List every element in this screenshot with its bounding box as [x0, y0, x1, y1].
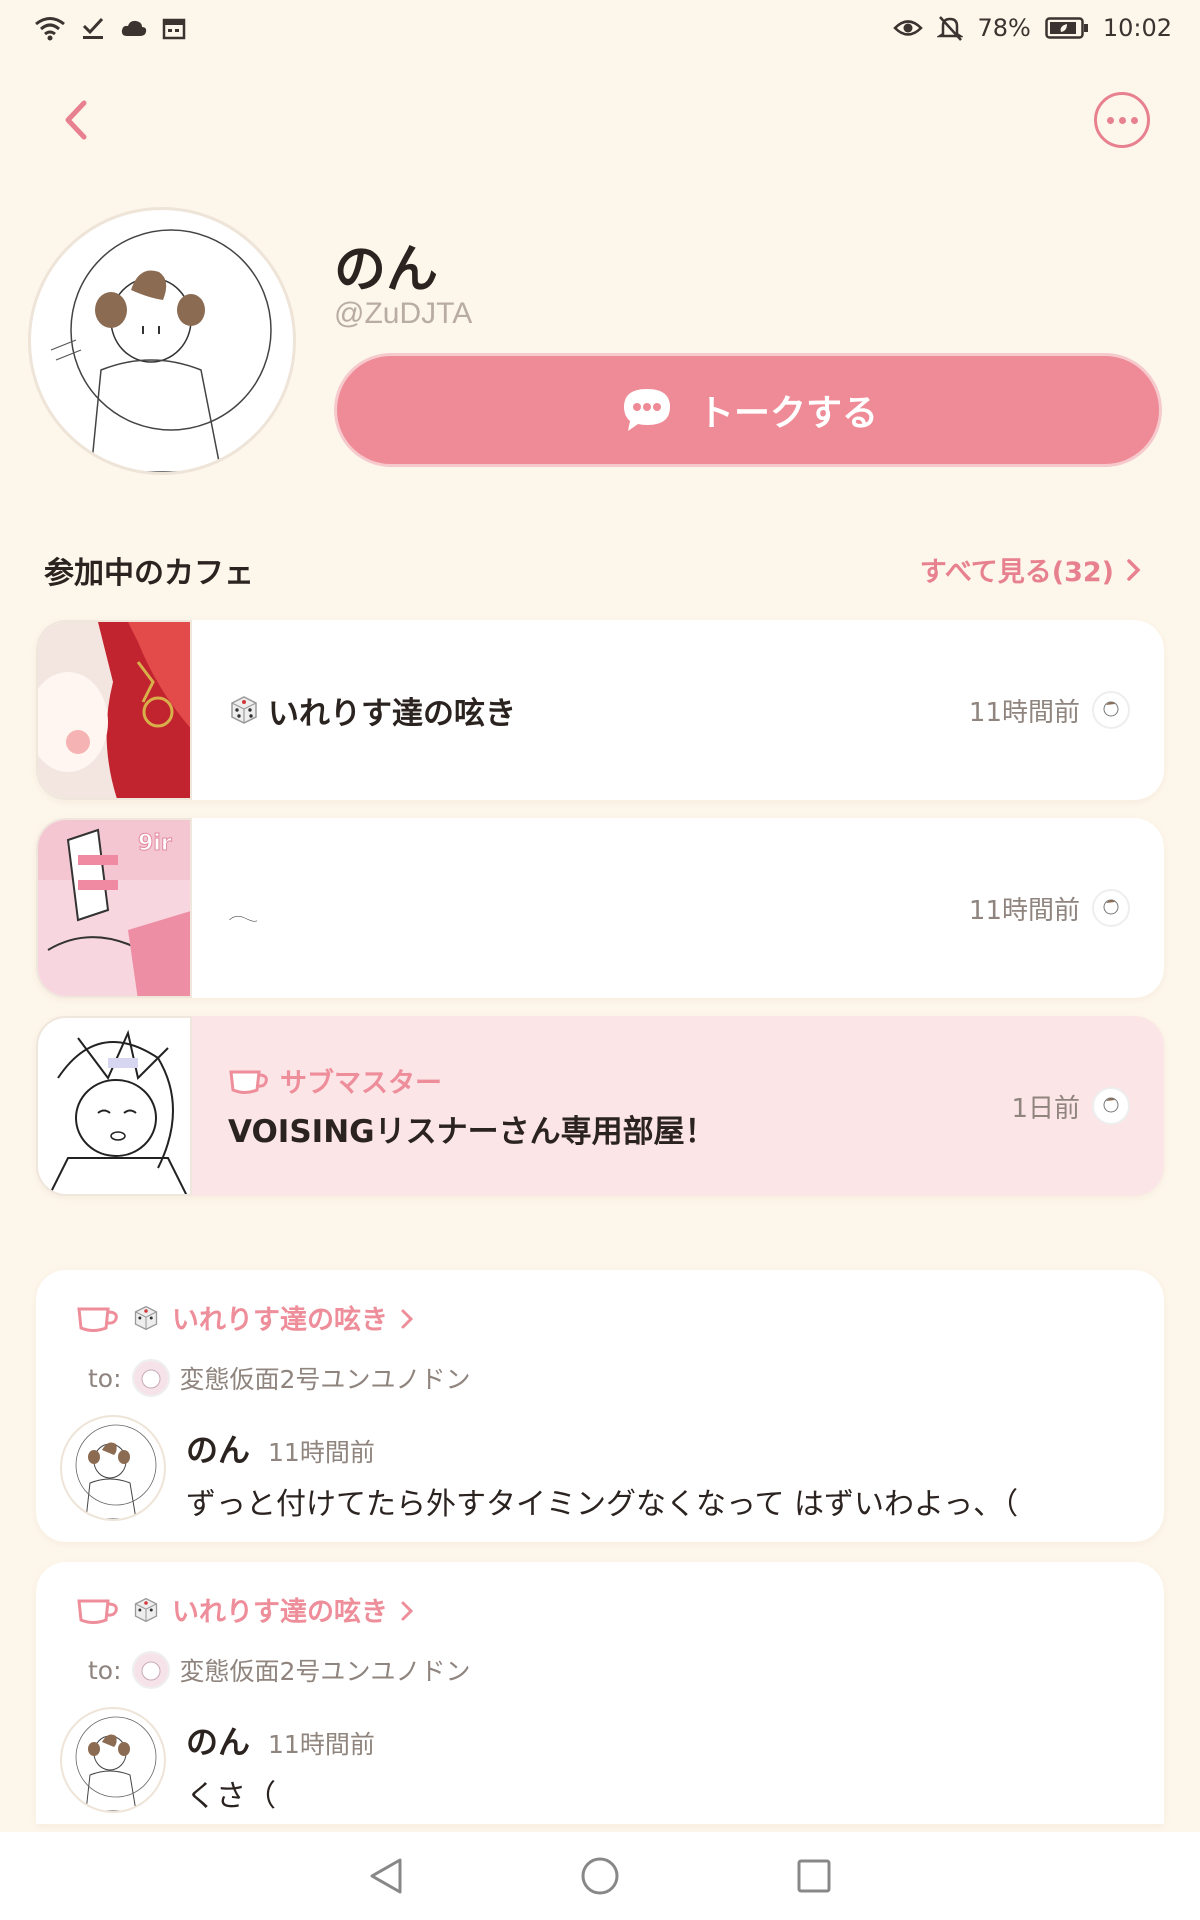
triangle-back-icon — [370, 1858, 402, 1894]
circle-home-icon — [581, 1857, 619, 1895]
cafes-section-title: 参加中のカフェ — [44, 556, 254, 591]
cafe-thumbnail — [36, 620, 192, 800]
cafe-list: いれりす達の呟き 11時間前 9ir 𓂃 11時間前 サブマスター VOISIN… — [36, 620, 1164, 1214]
member-avatar — [1092, 691, 1130, 729]
recipient-avatar — [131, 1359, 170, 1397]
battery-percent: 78% — [977, 14, 1031, 42]
post-text: ずっと付けてたら外すタイミングなくなって はずいわよっ、（ — [186, 1487, 1019, 1522]
post-time: 11時間前 — [268, 1730, 375, 1759]
status-left-icons — [34, 15, 186, 41]
member-avatar — [1092, 889, 1130, 927]
member-avatar — [1092, 1087, 1130, 1125]
profile-name: のん — [334, 240, 439, 300]
chat-bubble-icon — [623, 389, 670, 431]
status-right-icons: 78% 10:02 — [893, 14, 1172, 42]
more-horizontal-icon — [1106, 116, 1114, 124]
talk-button-label: トークする — [697, 393, 878, 434]
post-author-avatar[interactable] — [60, 1415, 166, 1521]
system-nav-bar — [0, 1832, 1200, 1920]
dice-icon — [231, 696, 257, 724]
download-check-icon — [80, 15, 106, 41]
recipient-name[interactable]: 変態仮面2号ユンユノドン — [180, 1652, 471, 1688]
cafe-name: VOISINGリスナーさん専用部屋！ — [228, 1114, 716, 1150]
calendar-icon — [162, 16, 186, 40]
see-all-label: すべて見る(32) — [919, 557, 1114, 588]
header — [0, 80, 1200, 160]
cup-icon — [77, 1599, 118, 1624]
battery-icon — [1045, 16, 1089, 40]
profile-avatar[interactable] — [28, 207, 296, 475]
nav-back-button[interactable] — [364, 1854, 408, 1898]
post-author[interactable]: のん — [186, 1425, 250, 1471]
cafe-name: 𓂃 — [228, 897, 259, 927]
more-options-button[interactable] — [1094, 92, 1150, 148]
post-cafe-name: いれりす達の呟き — [172, 1597, 388, 1628]
cup-icon — [77, 1307, 118, 1332]
dice-icon — [134, 1597, 158, 1622]
eye-icon — [893, 17, 924, 39]
recipient-name[interactable]: 変態仮面2号ユンユノドン — [180, 1360, 471, 1396]
status-time: 10:02 — [1102, 14, 1172, 42]
chevron-right-icon — [1127, 558, 1141, 581]
post-cafe-name: いれりす達の呟き — [172, 1305, 388, 1336]
nav-recents-button[interactable] — [792, 1854, 836, 1898]
cafe-thumbnail — [36, 1016, 192, 1196]
cup-icon — [229, 1070, 268, 1094]
chevron-right-icon — [401, 1601, 414, 1620]
cafe-time: 11時間前 — [968, 697, 1080, 728]
recipient-avatar — [131, 1651, 170, 1689]
profile-section: のん @ZuDJTA トークする — [0, 205, 1200, 485]
chevron-left-icon — [65, 100, 87, 140]
post-recipient: to: 変態仮面2号ユンユノドン — [60, 1359, 1140, 1397]
talk-button[interactable]: トークする — [334, 353, 1162, 467]
cloud-icon — [120, 18, 148, 38]
cafe-card-submaster[interactable]: サブマスター VOISINGリスナーさん専用部屋！ 1日前 — [36, 1016, 1164, 1196]
post-recipient: to: 変態仮面2号ユンユノドン — [60, 1651, 1140, 1689]
post-cafe-link[interactable]: いれりす達の呟き — [60, 1590, 1140, 1629]
status-bar: 78% 10:02 — [0, 0, 1200, 56]
cafe-time: 1日前 — [1011, 1093, 1080, 1124]
post-author[interactable]: のん — [186, 1717, 250, 1763]
cafe-role: サブマスター — [280, 1068, 442, 1099]
post-card: いれりす達の呟き to: 変態仮面2号ユンユノドン のん 11時間前 くさ（ — [36, 1562, 1164, 1824]
to-label: to: — [88, 1363, 122, 1393]
to-label: to: — [88, 1655, 122, 1685]
cafe-thumbnail: 9ir — [36, 818, 192, 998]
dice-icon — [134, 1305, 158, 1330]
post-card: いれりす達の呟き to: 変態仮面2号ユンユノドン のん 11時間前 ずっと付け… — [36, 1270, 1164, 1542]
back-button[interactable] — [50, 94, 102, 146]
post-time: 11時間前 — [268, 1438, 375, 1467]
nav-home-button[interactable] — [578, 1854, 622, 1898]
post-author-avatar[interactable] — [60, 1707, 166, 1813]
bell-off-icon — [937, 14, 964, 42]
chevron-right-icon — [401, 1309, 414, 1328]
svg-text:9ir: 9ir — [138, 831, 172, 856]
square-recents-icon — [797, 1859, 831, 1893]
cafe-name: いれりす達の呟き — [268, 695, 516, 732]
wifi-icon — [34, 15, 66, 41]
see-all-link[interactable]: すべて見る(32) — [920, 550, 1142, 589]
cafe-time: 11時間前 — [968, 895, 1080, 926]
profile-handle: @ZuDJTA — [334, 297, 473, 330]
cafe-card[interactable]: いれりす達の呟き 11時間前 — [36, 620, 1164, 800]
post-text: くさ（ — [186, 1779, 276, 1814]
post-cafe-link[interactable]: いれりす達の呟き — [60, 1298, 1140, 1337]
cafe-card[interactable]: 9ir 𓂃 11時間前 — [36, 818, 1164, 998]
